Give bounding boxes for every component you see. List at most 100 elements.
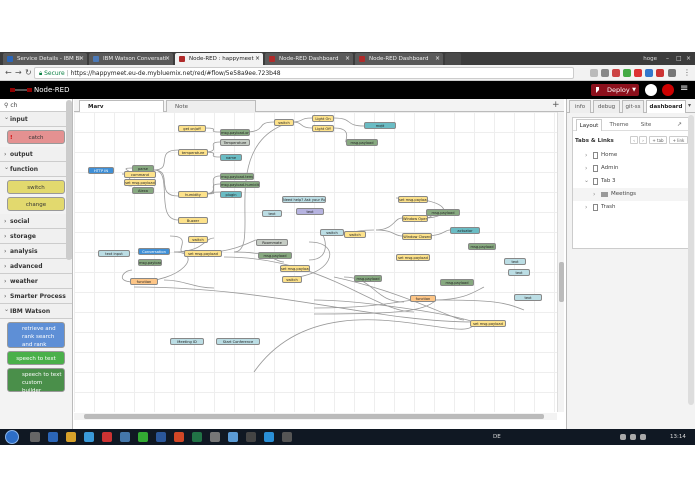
flow-node[interactable]: function — [130, 278, 158, 285]
minimize-icon[interactable]: – — [666, 53, 669, 65]
flow-node[interactable]: Light On — [312, 115, 334, 122]
flow-node[interactable]: text — [262, 210, 282, 217]
palette-node-speech-to-text-custom[interactable]: speech to text custom builder — [7, 368, 65, 394]
chevron-right-icon[interactable]: › — [593, 188, 595, 201]
user-icon[interactable] — [645, 84, 657, 96]
close-icon[interactable]: × — [255, 53, 260, 65]
close-icon[interactable]: × — [79, 53, 84, 65]
flow-node[interactable]: switch — [344, 231, 366, 238]
subtab-site[interactable]: Site — [636, 119, 656, 131]
star-icon[interactable] — [590, 69, 598, 77]
browser-tab-dashboard-2[interactable]: Node-RED Dashboard × — [355, 53, 443, 65]
flow-node[interactable]: temperature — [178, 149, 208, 156]
battery-icon[interactable] — [640, 434, 646, 440]
flow-node[interactable]: text — [508, 269, 530, 276]
palette-node-switch[interactable]: switch — [7, 180, 65, 194]
flow-node[interactable]: msg.payload.on — [220, 129, 250, 136]
palette-node-catch[interactable]: ! catch — [7, 130, 65, 144]
reload-icon[interactable]: ↻ — [25, 67, 32, 79]
sidebar-tab-info[interactable]: info — [569, 100, 591, 113]
flow-node[interactable]: get on/off — [178, 125, 206, 132]
extension-icon[interactable] — [668, 69, 676, 77]
chevron-down-icon[interactable]: ▼ — [632, 84, 636, 96]
extension-icon[interactable] — [612, 69, 620, 77]
sidebar-tab-dashboard[interactable]: dashboard — [646, 100, 686, 113]
flow-node[interactable]: Roommate — [256, 239, 288, 246]
extension-icon[interactable] — [656, 69, 664, 77]
flow-node[interactable]: Meeting ID — [170, 338, 204, 345]
window-close-icon[interactable]: × — [686, 53, 691, 65]
flow-node[interactable]: text — [296, 208, 324, 215]
tree-item-admin[interactable]: › Admin — [573, 162, 690, 175]
flow-node[interactable]: msg.payload — [354, 275, 382, 282]
clock[interactable]: 13:14 — [670, 429, 686, 445]
taskbar-app-icon[interactable] — [192, 432, 202, 442]
hamburger-menu-icon[interactable]: ≡ — [680, 83, 688, 95]
taskbar-app-icon[interactable] — [30, 432, 40, 442]
flow-node[interactable]: msg.payload — [440, 279, 474, 286]
chevron-right-icon[interactable]: › — [585, 149, 587, 162]
taskbar-app-icon[interactable] — [174, 432, 184, 442]
palette-category-output[interactable]: output — [0, 147, 72, 162]
taskbar-app-icon[interactable] — [120, 432, 130, 442]
flow-node[interactable]: msg.payload — [258, 252, 292, 259]
tree-item-meetings[interactable]: › Meetings — [573, 188, 690, 201]
close-icon[interactable]: × — [435, 53, 440, 65]
taskbar-app-icon[interactable] — [282, 432, 292, 442]
workspace-horizontal-scrollbar[interactable] — [74, 413, 557, 420]
palette-node-speech-to-text[interactable]: speech to text — [7, 351, 65, 365]
palette-category-analysis[interactable]: analysis — [0, 244, 72, 259]
flow-node[interactable]: Temperature — [220, 139, 250, 146]
maximize-icon[interactable]: □ — [676, 53, 682, 65]
flow-node[interactable]: msg.payload — [346, 139, 378, 146]
flow-node[interactable]: Conversation — [138, 248, 170, 255]
flow-node[interactable]: msg.payload.humidity — [220, 181, 260, 188]
flow-node[interactable]: Alexa — [132, 187, 154, 194]
browser-tab-service-details[interactable]: Service Details - IBM Bl × — [3, 53, 87, 65]
sidebar-tab-debug[interactable]: debug — [593, 100, 620, 113]
flow-node[interactable]: msg.payload — [138, 259, 162, 266]
menu-dots-icon[interactable]: ⋮ — [683, 67, 691, 79]
flow-node[interactable]: text — [504, 258, 526, 265]
palette-category-storage[interactable]: storage — [0, 229, 72, 244]
subtab-layout[interactable]: Layout — [576, 119, 602, 131]
power-icon[interactable] — [662, 84, 674, 96]
browser-tab-watson-conversation[interactable]: IBM Watson Conversati × — [89, 53, 173, 65]
language-indicator[interactable]: DE — [493, 429, 501, 445]
palette-category-smarter-process[interactable]: Smarter Process — [0, 289, 72, 304]
palette-category-ibm-watson[interactable]: IBM Watson — [0, 302, 72, 319]
taskbar-app-icon[interactable] — [246, 432, 256, 442]
scroll-thumb[interactable] — [559, 262, 564, 302]
palette-category-function[interactable]: function — [0, 160, 72, 177]
flow-node[interactable]: msg.payload.temp — [220, 173, 254, 180]
close-icon[interactable]: × — [165, 53, 170, 65]
flow-node[interactable]: Window Closed — [402, 233, 432, 240]
browser-tab-node-red-happymeet[interactable]: Node-RED : happymeet × — [175, 53, 263, 65]
browser-user-name[interactable]: hoge — [643, 53, 657, 65]
flow-node[interactable]: Need help? Ask your Roommate! — [282, 196, 326, 203]
flow-node[interactable]: switch — [282, 276, 302, 283]
flow-node[interactable]: set msg.payload — [396, 254, 430, 261]
flow-node[interactable]: function — [410, 295, 436, 302]
chevron-down-icon[interactable]: ⌄ — [584, 174, 589, 187]
flow-node[interactable]: Window Open — [402, 215, 428, 222]
tree-item-trash[interactable]: › Trash — [573, 201, 690, 214]
flow-node[interactable]: set msg.payload — [124, 179, 156, 186]
flow-node[interactable]: mqtt — [364, 122, 396, 129]
flow-node[interactable]: humidity — [178, 191, 208, 198]
url-field[interactable]: 🔒︎ Secure | https://happymeet.eu-de.mybl… — [34, 67, 574, 79]
tree-item-tab-3[interactable]: ⌄ Tab 3 — [573, 175, 690, 188]
expand-all-button[interactable]: › — [639, 136, 647, 144]
extension-icon[interactable] — [623, 69, 631, 77]
folder-icon[interactable] — [66, 432, 76, 442]
extension-icon[interactable] — [645, 69, 653, 77]
new-tab-button[interactable] — [445, 53, 461, 65]
flow-node[interactable]: switch — [188, 236, 208, 243]
palette-scrollbar[interactable] — [66, 100, 72, 260]
extension-icon[interactable] — [601, 69, 609, 77]
chevron-right-icon[interactable]: › — [585, 201, 587, 214]
sidebar-scrollbar[interactable] — [688, 115, 694, 405]
flow-canvas[interactable]: get on/off msg.payload.on temperature Tempe… — [74, 112, 557, 412]
external-link-icon[interactable]: ↗ — [677, 118, 682, 131]
palette-node-change[interactable]: change — [7, 197, 65, 211]
